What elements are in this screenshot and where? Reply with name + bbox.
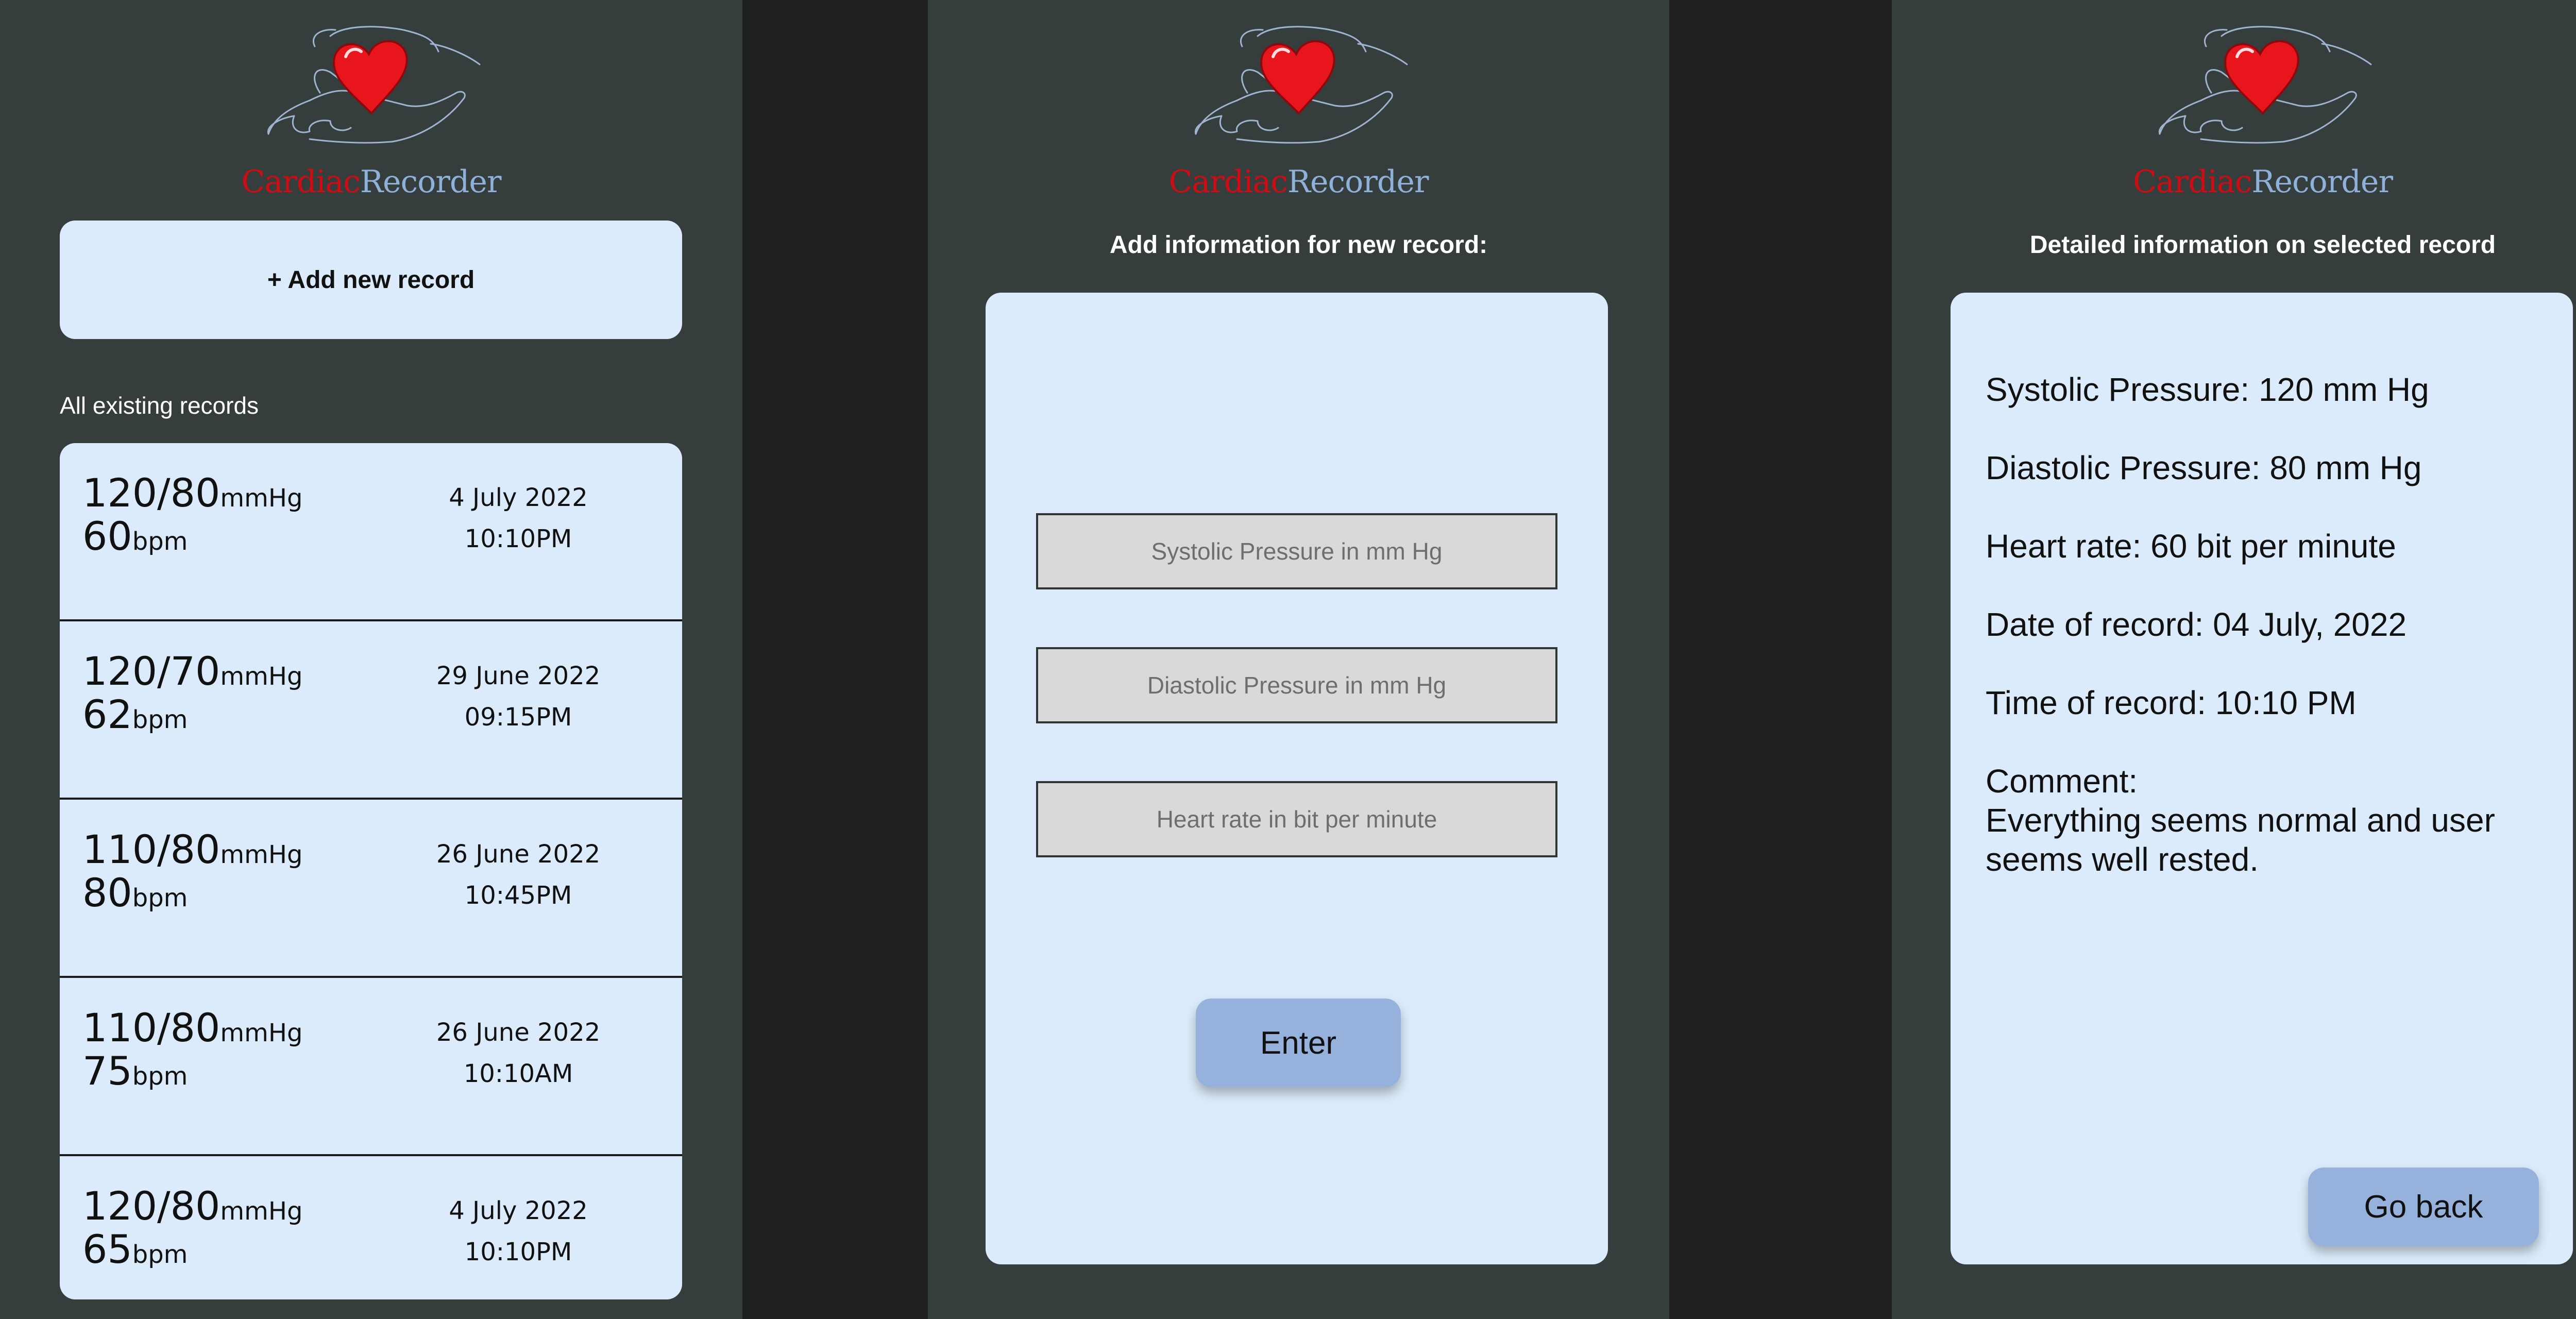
records-list-screen: CardiacRecorder + Add new record All exi… xyxy=(0,0,742,1319)
blood-pressure: 120/80mmHg xyxy=(82,1183,302,1229)
add-record-form: Systolic Pressure in mm Hg Diastolic Pre… xyxy=(986,293,1608,1264)
record-item[interactable]: 110/80mmHg 75bpm 26 June 2022 10:10AM xyxy=(60,978,682,1156)
bp-value: 120/80 xyxy=(82,1183,221,1229)
record-item[interactable]: 120/70mmHg 62bpm 29 June 2022 09:15PM xyxy=(60,621,682,800)
detail-heading: Detailed information on selected record xyxy=(2029,231,2496,259)
hr-value: 60 xyxy=(82,513,132,559)
bp-value: 110/80 xyxy=(82,826,221,872)
app-title-part1: Cardiac xyxy=(2132,164,2252,200)
add-record-heading: Add information for new record: xyxy=(1109,231,1488,259)
enter-button[interactable]: Enter xyxy=(1196,999,1401,1087)
systolic-detail: Systolic Pressure: 120 mm Hg xyxy=(1986,371,2429,408)
records-section-label: All existing records xyxy=(60,392,259,419)
add-new-record-button[interactable]: + Add new record xyxy=(60,221,682,339)
record-time: 09:15PM xyxy=(464,703,572,732)
app-title: CardiacRecorder xyxy=(1892,164,2576,200)
app-logo: CardiacRecorder xyxy=(1892,15,2576,200)
date-detail: Date of record: 04 July, 2022 xyxy=(1986,606,2407,643)
record-item[interactable]: 110/80mmHg 80bpm 26 June 2022 10:45PM xyxy=(60,800,682,978)
blood-pressure: 110/80mmHg xyxy=(82,826,302,872)
heart-rate-input[interactable]: Heart rate in bit per minute xyxy=(1036,781,1557,857)
blood-pressure: 110/80mmHg xyxy=(82,1005,302,1051)
bp-unit: mmHg xyxy=(220,662,303,691)
app-title: CardiacRecorder xyxy=(928,164,1669,200)
hand-holding-heart-icon xyxy=(1194,26,1408,144)
go-back-button[interactable]: Go back xyxy=(2308,1168,2539,1246)
systolic-input[interactable]: Systolic Pressure in mm Hg xyxy=(1036,513,1557,589)
record-date: 29 June 2022 xyxy=(436,662,601,690)
heart-rate: 80bpm xyxy=(82,870,188,916)
hr-value: 62 xyxy=(82,691,132,737)
app-logo: CardiacRecorder xyxy=(0,15,742,200)
app-logo: CardiacRecorder xyxy=(928,15,1669,200)
bp-value: 120/80 xyxy=(82,470,221,516)
record-date: 26 June 2022 xyxy=(436,840,601,869)
heart-rate: 62bpm xyxy=(82,691,188,737)
record-time: 10:45PM xyxy=(464,881,572,910)
heart-rate-detail: Heart rate: 60 bit per minute xyxy=(1986,528,2396,565)
record-time: 10:10PM xyxy=(464,525,572,553)
hr-value: 65 xyxy=(82,1226,132,1272)
time-detail: Time of record: 10:10 PM xyxy=(1986,684,2357,721)
bp-value: 120/70 xyxy=(82,648,221,694)
record-item[interactable]: 120/80mmHg 65bpm 4 July 2022 10:10PM xyxy=(60,1156,682,1299)
hr-unit: bpm xyxy=(132,884,188,912)
heart-rate: 60bpm xyxy=(82,513,188,559)
diastolic-detail: Diastolic Pressure: 80 mm Hg xyxy=(1986,449,2422,486)
bp-unit: mmHg xyxy=(220,484,303,513)
comment-text: Everything seems normal and user seems w… xyxy=(1986,802,2495,878)
record-detail-card: Systolic Pressure: 120 mm Hg Diastolic P… xyxy=(1951,293,2573,1264)
comment-label: Comment: xyxy=(1986,763,2138,800)
add-record-screen: CardiacRecorder Add information for new … xyxy=(928,0,1669,1319)
bp-value: 110/80 xyxy=(82,1005,221,1051)
app-title: CardiacRecorder xyxy=(0,164,742,200)
bp-unit: mmHg xyxy=(220,1197,303,1226)
record-item[interactable]: 120/80mmHg 60bpm 4 July 2022 10:10PM xyxy=(60,443,682,621)
records-list: 120/80mmHg 60bpm 4 July 2022 10:10PM 120… xyxy=(60,443,682,1299)
record-time: 10:10PM xyxy=(464,1238,572,1266)
hr-unit: bpm xyxy=(132,527,188,556)
hr-unit: bpm xyxy=(132,705,188,734)
record-detail-screen: CardiacRecorder Detailed information on … xyxy=(1892,0,2576,1319)
hr-unit: bpm xyxy=(132,1240,188,1269)
hr-unit: bpm xyxy=(132,1062,188,1091)
record-date: 4 July 2022 xyxy=(449,1196,588,1225)
record-time: 10:10AM xyxy=(463,1059,573,1088)
heart-rate: 65bpm xyxy=(82,1226,188,1272)
hand-holding-heart-icon xyxy=(267,26,480,144)
app-title-part2: Recorder xyxy=(2251,164,2393,200)
record-date: 26 June 2022 xyxy=(436,1018,601,1047)
app-title-part2: Recorder xyxy=(1287,164,1429,200)
heart-rate: 75bpm xyxy=(82,1048,188,1094)
blood-pressure: 120/80mmHg xyxy=(82,470,302,516)
app-title-part1: Cardiac xyxy=(1168,164,1287,200)
hr-value: 75 xyxy=(82,1048,132,1094)
bp-unit: mmHg xyxy=(220,1019,303,1047)
app-title-part1: Cardiac xyxy=(241,164,360,200)
hand-holding-heart-icon xyxy=(2158,26,2372,144)
app-title-part2: Recorder xyxy=(360,164,502,200)
record-date: 4 July 2022 xyxy=(449,483,588,512)
diastolic-input[interactable]: Diastolic Pressure in mm Hg xyxy=(1036,647,1557,723)
bp-unit: mmHg xyxy=(220,840,303,869)
hr-value: 80 xyxy=(82,870,132,916)
blood-pressure: 120/70mmHg xyxy=(82,648,302,694)
